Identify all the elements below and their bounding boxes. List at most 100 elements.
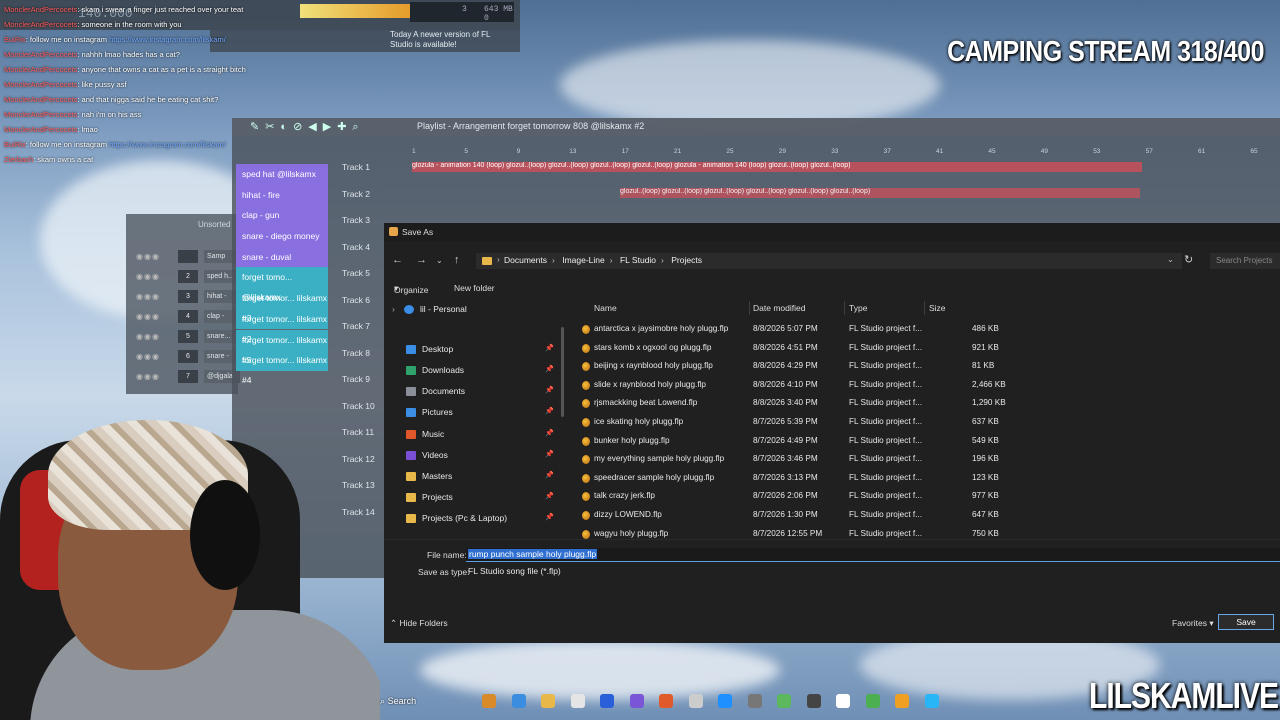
nav-item-downloads[interactable]: Downloads 📌 <box>406 364 556 380</box>
nav-item-desktop[interactable]: Desktop 📌 <box>406 343 556 359</box>
playlist-tools[interactable]: ✎✂◐⊘◀▶✚⌕ <box>250 120 365 134</box>
nav-item-personal[interactable]: › lil - Personal <box>392 303 542 319</box>
taskbar-app-icon[interactable] <box>600 694 614 708</box>
chevron-down-icon[interactable]: ⌄ <box>1167 254 1174 265</box>
update-notice[interactable]: Today A newer version of FL Studio is av… <box>390 30 500 50</box>
rack-channel[interactable]: ◉◉◉ 6 snare - <box>134 350 240 364</box>
taskbar-app-icon[interactable] <box>570 694 585 708</box>
channel-number[interactable]: 7 <box>178 370 198 383</box>
chat-user[interactable]: MonclerAndPercocets <box>4 5 77 14</box>
chat-user[interactable]: Zierbach <box>4 155 33 164</box>
pin-icon[interactable]: 📌 <box>545 513 554 521</box>
channel-buttons[interactable]: ◉◉◉ <box>136 372 160 381</box>
forward-arrow-icon[interactable]: → <box>416 254 427 266</box>
chat-user[interactable]: BuiRix <box>4 35 26 44</box>
pattern-item[interactable]: clap - gun <box>236 205 328 226</box>
back-arrow-icon[interactable]: ← <box>392 254 403 266</box>
save-button[interactable]: Save <box>1218 614 1274 630</box>
up-arrow-icon[interactable]: ↑ <box>454 254 460 266</box>
channel-number[interactable]: 4 <box>178 310 198 323</box>
breadcrumb-fl-studio[interactable]: FL Studio <box>620 255 656 265</box>
taskbar-app-icon[interactable] <box>511 694 526 708</box>
chat-user[interactable]: BuiRix <box>4 140 26 149</box>
file-row[interactable]: ice skating holy plugg.flp 8/7/2026 5:39 … <box>580 414 999 433</box>
save-type-select[interactable]: FL Studio song file (*.flp) <box>466 564 1280 578</box>
pattern-item[interactable]: forget tomor... lilskamx #2 <box>236 308 328 344</box>
file-name[interactable]: bunker holy plugg.flp <box>594 436 670 445</box>
taskbar-search[interactable]: ⌕ Search <box>380 696 416 707</box>
file-row[interactable]: dizzy LOWEND.flp 8/7/2026 1:30 PM FL Studi… <box>580 507 999 526</box>
nav-item-music[interactable]: Music 📌 <box>406 428 556 444</box>
nav-item-projects-pc-laptop-[interactable]: Projects (Pc & Laptop) 📌 <box>406 512 556 528</box>
rack-channel[interactable]: ◉◉◉ 3 hihat - <box>134 290 240 304</box>
taskbar-app-icon[interactable] <box>747 694 762 708</box>
rack-channel[interactable]: ◉◉◉ 4 clap - <box>134 310 240 324</box>
file-name[interactable]: ice skating holy plugg.flp <box>594 417 683 426</box>
favorites-dropdown[interactable]: Favorites ▾ <box>1172 618 1214 629</box>
channel-buttons[interactable]: ◉◉◉ <box>136 312 160 321</box>
pin-icon[interactable]: 📌 <box>545 407 554 415</box>
pattern-item[interactable]: snare - duval <box>236 246 328 268</box>
taskbar-app-icon[interactable] <box>688 694 703 708</box>
file-row[interactable]: speedracer sample holy plugg.flp 8/7/2026… <box>580 470 999 489</box>
chat-user[interactable]: MonclerAndPercocets <box>4 80 77 89</box>
new-folder-button[interactable]: New folder <box>454 283 495 293</box>
channel-number[interactable]: 2 <box>178 270 198 283</box>
pattern-item[interactable]: sped hat @lilskamx <box>236 164 328 185</box>
chat-user[interactable]: MonclerAndPercocets <box>4 95 77 104</box>
taskbar-app-icon[interactable] <box>777 694 791 708</box>
file-row[interactable]: slide x raynblood holy plugg.flp 8/8/2026… <box>580 377 1006 396</box>
file-row[interactable]: talk crazy jerk.flp 8/7/2026 2:06 PM FL St… <box>580 488 999 507</box>
pin-icon[interactable]: 📌 <box>545 492 554 500</box>
chat-user[interactable]: MonclerAndPercocets <box>4 20 77 29</box>
channel-buttons[interactable]: ◉◉◉ <box>136 272 160 281</box>
chat-user[interactable]: MonclerAndPercocets <box>4 50 77 59</box>
pattern-item[interactable]: forget tomor... lilskamx #3 <box>236 288 328 323</box>
taskbar-app-icon[interactable] <box>924 694 939 708</box>
channel-number[interactable]: 5 <box>178 330 198 343</box>
nav-item-pictures[interactable]: Pictures 📌 <box>406 406 556 422</box>
file-name[interactable]: stars komb x ogxool og plugg.flp <box>594 343 711 352</box>
column-name[interactable]: Name <box>594 303 617 313</box>
channel-buttons[interactable]: ◉◉◉ <box>136 292 160 301</box>
file-name-value[interactable]: rump punch sample holy plugg.flp <box>468 549 598 559</box>
nav-item-masters[interactable]: Masters 📌 <box>406 470 556 486</box>
pattern-item[interactable]: forget tomor... lilskamx #5 <box>236 329 328 365</box>
pattern-item[interactable]: hihat - fire <box>236 184 328 206</box>
file-row[interactable]: bunker holy plugg.flp 8/7/2026 4:49 PM FL … <box>580 433 999 452</box>
rack-channel[interactable]: ◉◉◉ 7 @djgala <box>134 370 240 384</box>
rack-channel[interactable]: ◉◉◉ Samp <box>134 250 240 264</box>
chat-link[interactable]: https://www.instagram.com/lilskam/ <box>109 140 226 149</box>
refresh-icon[interactable]: ↻ <box>1184 253 1193 266</box>
file-row[interactable]: beijing x raynblood holy plugg.flp 8/8/20… <box>580 358 994 377</box>
file-row[interactable]: antarctica x jaysimobre holy plugg.flp 8/… <box>580 321 999 340</box>
nav-item-projects[interactable]: Projects 📌 <box>406 491 556 507</box>
hide-folders-toggle[interactable]: ⌃ Hide Folders <box>390 618 448 629</box>
chat-user[interactable]: MonclerAndPercocets <box>4 110 77 119</box>
track2-clips[interactable]: glozul..(loop) glozul..(loop) glozul..(l… <box>620 188 1140 198</box>
file-name[interactable]: rjsmackking beat Lowend.flp <box>594 398 697 407</box>
nav-item-videos[interactable]: Videos 📌 <box>406 449 556 465</box>
file-name-input[interactable]: rump punch sample holy plugg.flp <box>466 548 1280 562</box>
chat-link[interactable]: https://www.instagram.com/lilskam/ <box>109 35 226 44</box>
taskbar-app-icon[interactable] <box>629 694 644 708</box>
track-label[interactable]: Track 2 <box>340 185 404 212</box>
chat-user[interactable]: MonclerAndPercocets <box>4 125 77 134</box>
rack-channel[interactable]: ◉◉◉ 2 sped h... <box>134 270 240 284</box>
taskbar-app-icon[interactable] <box>659 694 673 708</box>
column-size[interactable]: Size <box>929 303 946 313</box>
column-date[interactable]: Date modified <box>753 303 805 313</box>
breadcrumb-image-line[interactable]: Image-Line <box>562 255 605 265</box>
file-name[interactable]: wagyu holy plugg.flp <box>594 529 668 538</box>
column-type[interactable]: Type <box>849 303 867 313</box>
channel-number[interactable]: 3 <box>178 290 198 303</box>
channel-number[interactable] <box>178 250 198 263</box>
track-label[interactable]: Track 1 <box>340 158 404 185</box>
nav-item-documents[interactable]: Documents 📌 <box>406 385 556 401</box>
channel-buttons[interactable]: ◉◉◉ <box>136 332 160 341</box>
pattern-item[interactable]: forget tomo... @lilskamx <box>236 267 328 302</box>
taskbar-app-icon[interactable] <box>865 694 880 708</box>
channel-buttons[interactable]: ◉◉◉ <box>136 352 160 361</box>
taskbar-app-icon[interactable] <box>482 694 496 708</box>
chat-user[interactable]: MonclerAndPercocets <box>4 65 77 74</box>
